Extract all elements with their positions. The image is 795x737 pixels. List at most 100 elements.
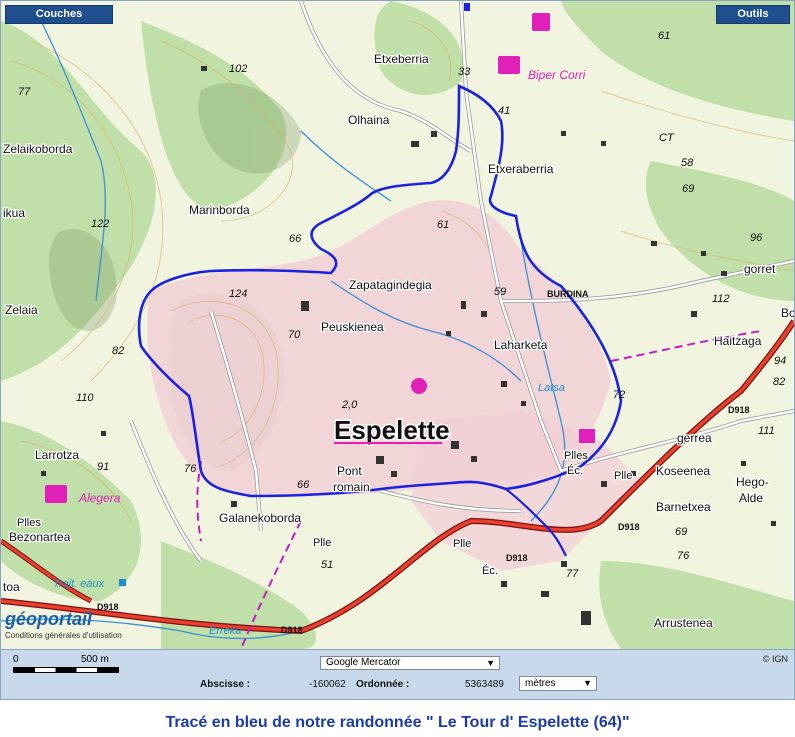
elevation-label: 91 (97, 461, 109, 473)
place-label: Plles (564, 450, 588, 462)
elevation-label: 2,0 (341, 399, 358, 411)
place-label: Peuskienea (321, 320, 384, 334)
place-label: Haitzaga (714, 334, 762, 348)
elevation-label: 96 (750, 232, 763, 244)
town-label: Espelette (334, 415, 450, 445)
place-label: Larrotza (35, 448, 79, 462)
biper-corri-icon (498, 56, 520, 74)
elevation-label: 70 (288, 329, 301, 341)
place-label: Koseenea (656, 464, 710, 478)
ordonnee-value: 5363489 (465, 679, 504, 690)
topographic-map[interactable]: Etxeberria Olhaina Etxeraberria Zelaikobord… (1, 1, 794, 649)
terms-link[interactable]: Conditions générales d'utilisation (5, 631, 122, 640)
units-select[interactable]: mètres ▼ (519, 676, 597, 691)
copyright: © IGN (762, 654, 788, 664)
projection-select[interactable]: Google Mercator ▼ (320, 656, 500, 670)
elevation-label: 61 (658, 30, 670, 42)
elevation-label: 61 (437, 219, 449, 231)
elevation-label: 72 (613, 389, 625, 401)
road-label: BURDINA (547, 289, 589, 299)
elevation-label: 69 (675, 526, 687, 538)
chevron-down-icon: ▼ (486, 658, 495, 668)
place-label: Alde (739, 491, 763, 505)
ordonnee-label: Ordonnée : (356, 679, 410, 690)
place-label: ikua (3, 206, 25, 220)
elevation-label: 59 (494, 286, 506, 298)
place-label: Éc. (482, 564, 498, 577)
place-label: Arrustenea (654, 616, 713, 630)
geoportail-logo[interactable]: géoportail Conditions générales d'utilis… (5, 609, 155, 645)
place-label: Galanekoborda (219, 511, 301, 525)
chevron-down-icon: ▼ (583, 678, 592, 688)
elevation-label: 77 (18, 86, 31, 98)
water-label: Trait. eaux (53, 578, 105, 590)
elevation-label: 69 (682, 183, 694, 195)
elevation-label: 66 (289, 233, 302, 245)
elevation-label: 102 (229, 63, 247, 75)
scale-label: 500 m (81, 654, 109, 665)
road-label: D918 (506, 553, 528, 563)
abscisse-value: -160062 (309, 679, 346, 690)
place-label: Plle (453, 538, 471, 550)
place-label: Bezonartea (9, 530, 71, 544)
place-label: Etxeberria (374, 52, 429, 66)
poi-label: Biper Corri (528, 68, 586, 82)
church-icon (411, 378, 427, 394)
marker-icon (464, 3, 470, 11)
tools-tab[interactable]: Outils (716, 5, 790, 24)
place-label: Plles (17, 517, 41, 529)
map-viewer: Etxeberria Olhaina Etxeraberria Zelaikobord… (0, 0, 795, 700)
scale-zero: 0 (13, 654, 19, 665)
elevation-label: 122 (91, 218, 109, 230)
poi-square-icon (579, 429, 595, 443)
place-label: Zelaikoborda (3, 142, 73, 156)
place-label: Zapatagindegia (349, 278, 432, 292)
elevation-label: CT (659, 132, 675, 144)
elevation-label: 82 (773, 376, 785, 388)
place-label: Pont (337, 464, 362, 478)
abscisse-label: Abscisse : (200, 679, 251, 690)
place-label: Éc. (567, 464, 583, 477)
scale-graphic (13, 667, 119, 673)
map-caption: Tracé en bleu de notre randonnée " Le To… (165, 714, 630, 731)
tourism-icon (532, 13, 550, 31)
place-label: toa (3, 580, 20, 594)
place-label: Bo (781, 306, 794, 320)
map-controls-bar: 0 500 m Google Mercator ▼ © IGN Abscisse… (1, 649, 794, 699)
place-label: Olhaina (348, 113, 390, 127)
place-label: gorret (744, 262, 776, 276)
scale-bar: 0 500 m (11, 652, 121, 674)
poi-label: Alegera (78, 491, 121, 505)
place-label: Marinborda (189, 203, 250, 217)
layers-tab[interactable]: Couches (5, 5, 113, 24)
elevation-label: 112 (712, 293, 730, 305)
water-treatment-icon (119, 579, 126, 586)
elevation-label: 77 (566, 568, 579, 580)
elevation-label: 124 (229, 288, 247, 300)
elevation-label: 110 (76, 392, 94, 404)
elevation-label: 33 (458, 66, 471, 78)
place-label: Zelaia (5, 303, 38, 317)
alegera-icon (45, 485, 67, 503)
water-label: Latsa (538, 382, 565, 394)
road-label: D918 (618, 522, 640, 532)
elevation-label: 66 (297, 479, 310, 491)
elevation-label: 82 (112, 345, 124, 357)
elevation-label: 58 (681, 157, 694, 169)
place-label: Barnetxea (656, 500, 711, 514)
elevation-label: 41 (498, 105, 510, 117)
elevation-label: 111 (758, 425, 775, 437)
map-canvas[interactable]: Etxeberria Olhaina Etxeraberria Zelaikobord… (1, 1, 794, 649)
place-label: Laharketa (494, 338, 548, 352)
elevation-label: 94 (774, 355, 786, 367)
place-label: Plle (614, 470, 632, 482)
place-label: Etxeraberria (488, 162, 554, 176)
place-label: Hego- (736, 475, 769, 489)
place-label: romain (333, 480, 370, 494)
place-label: Plle (313, 537, 331, 549)
projection-value: Google Mercator (326, 657, 401, 668)
road-label: D918 (728, 405, 750, 415)
place-label: gerrea (677, 431, 712, 445)
units-value: mètres (525, 678, 556, 689)
road-label: D918 (281, 625, 303, 635)
